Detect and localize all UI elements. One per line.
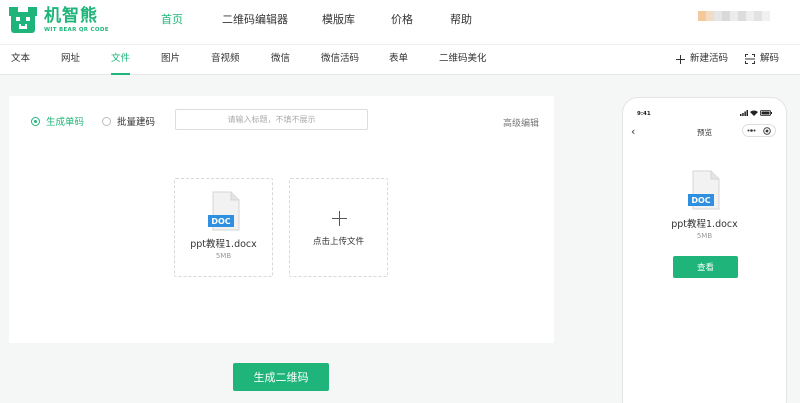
- scan-icon: [745, 54, 755, 64]
- tab-form[interactable]: 表单: [389, 45, 408, 73]
- tab-url[interactable]: 网址: [61, 45, 80, 73]
- tab-image[interactable]: 图片: [161, 45, 180, 73]
- top-header: 机智熊 WIT BEAR QR CODE 首页 二维码编辑器 模版库 价格 帮助: [0, 0, 800, 45]
- tab-wechat[interactable]: 微信: [271, 45, 290, 73]
- radio-unselected-icon: [102, 116, 111, 126]
- miniprogram-capsule[interactable]: [742, 124, 776, 137]
- view-file-button[interactable]: 查看: [673, 256, 738, 278]
- nav-home[interactable]: 首页: [161, 0, 183, 40]
- nav-pricing[interactable]: 价格: [391, 0, 413, 40]
- battery-icon: [760, 110, 772, 116]
- upload-file-area[interactable]: 点击上传文件: [289, 178, 388, 277]
- tab-qr-beautify[interactable]: 二维码美化: [439, 45, 487, 73]
- new-live-code-button[interactable]: 新建活码: [676, 45, 728, 73]
- brand-logo[interactable]: 机智熊 WIT BEAR QR CODE: [8, 6, 109, 34]
- brand-subtitle: WIT BEAR QR CODE: [44, 27, 109, 33]
- upload-label: 点击上传文件: [312, 237, 364, 247]
- preview-doc-badge-label: DOC: [691, 196, 711, 205]
- more-dots-icon: [747, 129, 756, 132]
- nav-template-library[interactable]: 模版库: [322, 0, 355, 40]
- file-name: ppt教程1.docx: [190, 239, 257, 250]
- title-input[interactable]: [175, 109, 368, 130]
- wifi-icon: [750, 110, 758, 116]
- editor-card: 生成单码 批量建码 高级编辑 DOC ppt教程1.docx 5MB 点击上传文…: [9, 96, 554, 343]
- new-live-code-label: 新建活码: [690, 53, 729, 64]
- tab-text[interactable]: 文本: [11, 45, 30, 73]
- close-circle-icon: [763, 126, 771, 135]
- preview-file-size: 5MB: [696, 232, 713, 240]
- user-account-blurred[interactable]: [698, 11, 778, 23]
- signal-icon: [740, 110, 748, 116]
- mobile-preview: 9:41 ‹ 预览 DOC ppt教程1.docx 5MB 查看: [622, 97, 787, 403]
- generate-qr-button[interactable]: 生成二维码: [233, 363, 329, 391]
- status-time: 9:41: [637, 111, 651, 117]
- nav-qr-editor[interactable]: 二维码编辑器: [222, 0, 288, 40]
- file-size: 5MB: [215, 252, 232, 260]
- advanced-edit-link[interactable]: 高级编辑: [503, 116, 539, 129]
- status-icons: [740, 110, 772, 116]
- uploaded-file-card[interactable]: DOC ppt教程1.docx 5MB: [174, 178, 273, 277]
- decode-button[interactable]: 解码: [745, 45, 779, 73]
- bear-logo-icon: [9, 7, 37, 33]
- tab-file[interactable]: 文件: [111, 45, 131, 75]
- doc-badge-label: DOC: [211, 217, 231, 226]
- plus-icon: [676, 54, 685, 64]
- mode-single-radio[interactable]: 生成单码: [31, 114, 84, 128]
- preview-file-name: ppt教程1.docx: [671, 219, 738, 230]
- tab-audio-video[interactable]: 音视频: [211, 45, 240, 73]
- mode-single-label: 生成单码: [46, 117, 85, 128]
- decode-label: 解码: [760, 53, 780, 64]
- mode-batch-radio[interactable]: 批量建码: [102, 114, 155, 128]
- tab-wechat-live-code[interactable]: 微信活码: [321, 45, 359, 73]
- radio-selected-icon: [31, 116, 40, 126]
- mode-batch-label: 批量建码: [117, 117, 156, 128]
- nav-help[interactable]: 帮助: [450, 0, 472, 40]
- brand-name: 机智熊: [44, 6, 98, 26]
- content-type-tabs: 文本 网址 文件 图片 音视频 微信 微信活码 表单 二维码美化 新建活码 解码: [0, 45, 800, 75]
